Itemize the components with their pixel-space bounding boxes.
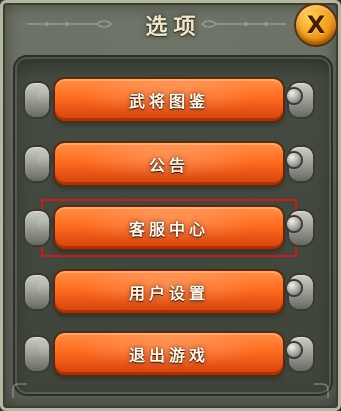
menu-button-label: 客服中心 bbox=[128, 220, 209, 239]
menu-button-hero-compendium[interactable]: 武将图鉴 bbox=[25, 79, 313, 121]
end-cap-icon bbox=[289, 211, 313, 245]
end-cap-icon bbox=[25, 83, 49, 117]
title-bar: 选项 bbox=[3, 3, 341, 47]
menu-panel: 武将图鉴 公告 客服中心 用户设置 退出游戏 bbox=[13, 55, 333, 396]
menu-button-label: 退出游戏 bbox=[128, 346, 209, 365]
end-cap-icon bbox=[289, 83, 313, 117]
corner-ornament-icon bbox=[314, 383, 329, 398]
menu-button-exit-game[interactable]: 退出游戏 bbox=[25, 333, 313, 375]
close-button[interactable]: X bbox=[296, 5, 336, 45]
ornament-icon bbox=[27, 20, 113, 28]
corner-ornament-icon bbox=[12, 383, 27, 398]
end-cap-icon bbox=[289, 337, 313, 371]
options-dialog: 选项 X 武将图鉴 公告 客服中心 用户设置 退出游戏 bbox=[0, 0, 341, 411]
menu-button-customer-service[interactable]: 客服中心 bbox=[25, 207, 313, 249]
page-title: 选项 bbox=[145, 15, 202, 40]
end-cap-icon bbox=[25, 275, 49, 309]
menu-button-announcements[interactable]: 公告 bbox=[25, 143, 313, 185]
end-cap-icon bbox=[289, 147, 313, 181]
ornament-icon bbox=[200, 20, 286, 28]
close-icon: X bbox=[306, 11, 326, 39]
end-cap-icon bbox=[25, 147, 49, 181]
end-cap-icon bbox=[25, 337, 49, 371]
menu-button-label: 用户设置 bbox=[128, 284, 209, 303]
end-cap-icon bbox=[289, 275, 313, 309]
menu-button-user-settings[interactable]: 用户设置 bbox=[25, 271, 313, 313]
menu-button-label: 公告 bbox=[148, 156, 189, 175]
menu-button-label: 武将图鉴 bbox=[128, 92, 209, 111]
end-cap-icon bbox=[25, 211, 49, 245]
